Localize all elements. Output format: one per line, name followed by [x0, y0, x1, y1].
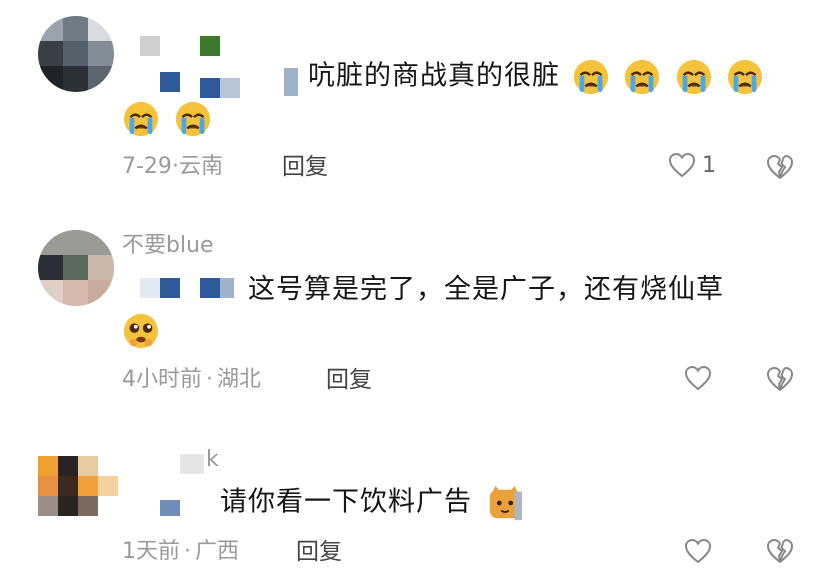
meta-separator: · — [171, 154, 179, 179]
comment-text-content: 请你看一下饮料广告 — [220, 486, 472, 518]
like-button[interactable]: 1 — [668, 152, 716, 178]
comment-meta: 7-29·云南 — [122, 153, 223, 181]
comment-item: 吭脏的商战真的很脏 7-29·云南 回复 1 — [0, 0, 828, 200]
like-button[interactable] — [684, 365, 712, 391]
reply-button[interactable]: 回复 — [326, 366, 372, 394]
like-button[interactable] — [684, 538, 712, 564]
meta-separator: · — [206, 367, 213, 392]
emoji-row-2 — [122, 312, 164, 350]
cat-face-icon — [489, 485, 522, 521]
avatar[interactable] — [38, 230, 114, 306]
heart-icon — [668, 152, 696, 178]
comment-item: 不要blue 这号算是完了，全是广子，还有烧仙草 4小时前 · 湖北 回复 — [0, 200, 828, 400]
like-count: 1 — [702, 152, 716, 178]
comment-location: 广西 — [195, 539, 240, 564]
dislike-button[interactable] — [766, 538, 794, 568]
comment-location: 云南 — [178, 154, 223, 179]
crying-face-icon — [573, 59, 608, 95]
avatar[interactable] — [38, 16, 114, 92]
crying-face-icon — [175, 101, 210, 137]
dislike-button[interactable] — [766, 366, 794, 396]
reply-button[interactable]: 回复 — [282, 153, 328, 181]
comment-text-content: 吭脏的商战真的很脏 — [308, 60, 560, 92]
comment-text: 这号算是完了，全是广子，还有烧仙草 — [248, 274, 724, 305]
meta-separator: · — [184, 539, 191, 564]
heart-icon — [684, 538, 712, 564]
comment-text: 请你看一下饮料广告 — [220, 484, 528, 522]
heart-icon — [684, 365, 712, 391]
broken-heart-icon — [767, 155, 793, 179]
comment-meta: 4小时前 · 湖北 — [122, 366, 261, 394]
broken-heart-icon — [767, 539, 793, 563]
comment-text: 吭脏的商战真的很脏 — [308, 58, 768, 96]
pleading-face-icon — [123, 313, 159, 349]
comment-item: k 请你看一下饮料广告 1天前 · 广西 回复 — [0, 400, 828, 580]
comment-time: 1天前 — [122, 539, 180, 564]
reply-button[interactable]: 回复 — [296, 538, 342, 566]
crying-face-icon — [728, 59, 763, 95]
comment-time: 4小时前 — [122, 367, 202, 392]
comment-time: 7-29 — [122, 154, 172, 179]
dislike-button[interactable] — [766, 154, 794, 184]
crying-face-icon — [123, 101, 159, 137]
broken-heart-icon — [767, 367, 793, 391]
crying-face-icon — [676, 59, 711, 95]
comment-meta: 1天前 · 广西 — [122, 538, 239, 566]
emoji-row-2 — [122, 100, 216, 138]
crying-face-icon — [625, 59, 660, 95]
emoji-row — [572, 59, 769, 95]
username[interactable]: k — [206, 448, 219, 472]
avatar[interactable] — [38, 456, 118, 516]
comment-location: 湖北 — [217, 367, 262, 392]
username[interactable]: 不要blue — [122, 234, 214, 258]
